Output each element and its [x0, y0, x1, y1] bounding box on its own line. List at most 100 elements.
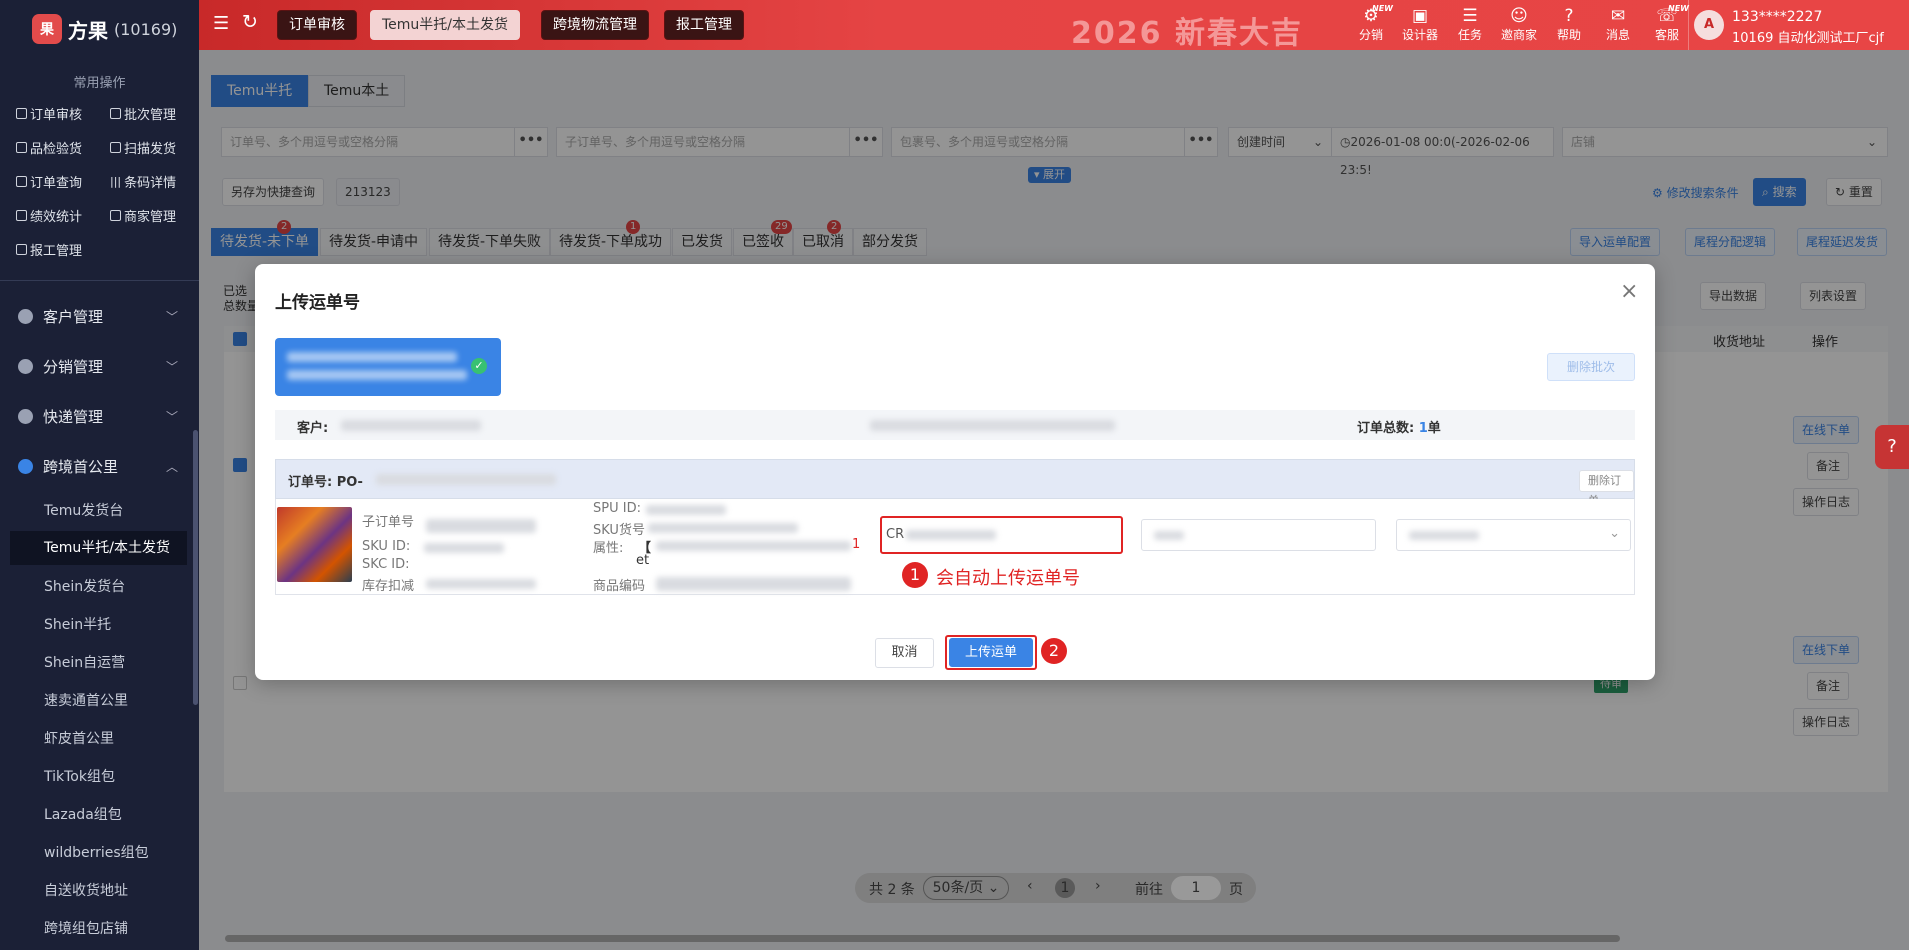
sidebar-group-crossborder[interactable]: 跨境首公里 ︿	[18, 456, 178, 477]
tab-temu-semi[interactable]: Temu半托/本土发货	[370, 10, 521, 40]
logistics-input[interactable]	[1141, 519, 1376, 551]
header-designer[interactable]: ▣ 设计器	[1398, 6, 1442, 43]
batch-card[interactable]: ✓	[275, 338, 501, 396]
sidebar-item-shein-self[interactable]: Shein自运营	[44, 652, 125, 672]
page-unit: 页	[1229, 882, 1243, 898]
customer-label: 客户:	[297, 421, 329, 436]
stock-label: 库存扣减	[362, 579, 415, 594]
cancel-button[interactable]: 取消	[875, 638, 934, 668]
attribute-suffix: et	[636, 553, 650, 568]
sidebar-item-self-address[interactable]: 自送收货地址	[44, 880, 128, 900]
globe-icon	[18, 459, 33, 474]
refresh-icon[interactable]: ↻	[242, 11, 258, 33]
barcode-icon: |||	[110, 175, 122, 188]
sidebar-item-shein-ship[interactable]: Shein发货台	[44, 576, 125, 596]
chart-icon	[16, 210, 27, 221]
horizontal-scrollbar[interactable]	[225, 935, 1620, 942]
scan-icon	[110, 142, 121, 153]
header-messages[interactable]: ✉ 消息	[1596, 6, 1640, 43]
quick-ops-title: 常用操作	[73, 76, 126, 91]
prev-page-icon[interactable]: ‹	[1027, 878, 1033, 894]
sidebar: 果 方果 (10169) 常用操作 订单审核 批次管理 品检验货 扫描发货 订单…	[0, 0, 199, 950]
product-thumbnail[interactable]	[277, 507, 352, 582]
order-no-redacted	[376, 474, 556, 485]
header-invite[interactable]: ☺ 邀商家	[1497, 6, 1541, 43]
chevron-down-icon: ﹀	[165, 310, 178, 324]
waybill-input[interactable]: CR	[886, 521, 1116, 549]
spu-id-redacted	[646, 505, 726, 515]
page-size-select[interactable]: 50条/页 ⌄	[923, 876, 1009, 900]
upload-waybill-button[interactable]: 上传运单	[949, 638, 1033, 667]
quick-op-order-query[interactable]: 订单查询	[16, 172, 82, 191]
quick-op-report[interactable]: 报工管理	[16, 240, 82, 259]
truck-icon	[18, 409, 33, 424]
quick-op-scan-ship[interactable]: 扫描发货	[110, 138, 176, 157]
attribute-redacted	[656, 541, 851, 551]
app-count: (10169)	[114, 19, 178, 39]
header-service[interactable]: ☏ 客服 NEW	[1645, 4, 1689, 43]
festive-banner: 2026 新春大吉	[1071, 16, 1303, 51]
sidebar-item-crossborder-shop[interactable]: 跨境组包店铺	[44, 918, 128, 938]
goto-label: 前往	[1135, 882, 1163, 898]
next-page-icon[interactable]: ›	[1095, 878, 1101, 894]
sidebar-group-express[interactable]: 快递管理 ﹀	[18, 406, 178, 427]
sidebar-item-shein-semi[interactable]: Shein半托	[44, 614, 111, 634]
batch-name-redacted	[287, 352, 457, 362]
sidebar-item-tiktok[interactable]: TikTok组包	[44, 766, 115, 786]
sidebar-group-customer[interactable]: 客户管理 ﹀	[18, 306, 178, 327]
menu-collapse-icon[interactable]: ☰	[213, 13, 229, 34]
sub-order-redacted	[426, 519, 536, 533]
sidebar-item-temu-semi[interactable]: Temu半托/本土发货	[10, 531, 187, 565]
chevron-down-icon: ﹀	[165, 410, 178, 424]
sidebar-item-aliexpress[interactable]: 速卖通首公里	[44, 690, 128, 710]
sidebar-item-temu-ship[interactable]: Temu发货台	[44, 500, 123, 520]
help-float-icon[interactable]: ?	[1875, 425, 1909, 469]
quick-op-order-review[interactable]: 订单审核	[16, 104, 82, 123]
annotation-1-badge: 1	[902, 562, 928, 588]
close-icon[interactable]: ×	[1620, 279, 1638, 304]
tasks-icon: ☰	[1462, 6, 1478, 26]
sku-id-redacted	[424, 543, 504, 553]
sidebar-item-wildberries[interactable]: wildberries组包	[44, 842, 149, 862]
header-distribution[interactable]: ⚙ 分销 NEW	[1349, 4, 1393, 43]
goods-code-label: 商品编码	[593, 579, 646, 594]
new-badge: NEW	[1372, 4, 1393, 13]
tab-crossborder-logistics[interactable]: 跨境物流管理	[541, 10, 649, 40]
channel-select[interactable]: ⌄	[1396, 519, 1631, 551]
upload-waybill-modal: 上传运单号 × ✓ 删除批次 客户: 订单总数: 1单 订单号: PO- 删除订…	[255, 264, 1655, 680]
header-help[interactable]: ? 帮助	[1547, 6, 1591, 43]
designer-icon: ▣	[1411, 6, 1429, 26]
delete-batch-button[interactable]: 删除批次	[1547, 353, 1635, 381]
quick-op-barcode[interactable]: ||| 条码详情	[110, 172, 176, 191]
header-tasks[interactable]: ☰ 任务	[1448, 6, 1492, 43]
customer-detail-redacted	[870, 420, 1115, 431]
waybill-redacted	[906, 529, 997, 540]
quick-op-batch[interactable]: 批次管理	[110, 104, 176, 123]
sku-code-redacted	[648, 523, 798, 533]
order-total: 订单总数: 1单	[1357, 421, 1441, 436]
sidebar-group-distribution[interactable]: 分销管理 ﹀	[18, 356, 178, 377]
doc-icon	[16, 142, 27, 153]
quick-op-merchant[interactable]: 商家管理	[110, 206, 176, 225]
goto-input[interactable]: 1	[1171, 876, 1221, 900]
sidebar-item-lazada[interactable]: Lazada组包	[44, 804, 122, 824]
sidebar-scrollbar[interactable]	[193, 430, 198, 705]
delete-order-button[interactable]: 删除订单	[1579, 470, 1634, 507]
order-no-label: 订单号: PO-	[288, 475, 363, 490]
box-icon	[18, 359, 33, 374]
batch-info-redacted	[287, 370, 467, 380]
app-logo[interactable]: 果 方果 (10169)	[32, 14, 177, 44]
chevron-down-icon: ﹀	[165, 360, 178, 374]
quick-op-performance[interactable]: 绩效统计	[16, 206, 82, 225]
modal-title: 上传运单号	[275, 293, 360, 313]
quick-op-inspect[interactable]: 品检验货	[16, 138, 82, 157]
sidebar-item-shopee[interactable]: 虾皮首公里	[44, 728, 114, 748]
spu-id-label: SPU ID:	[593, 501, 641, 516]
avatar[interactable]: A	[1694, 10, 1724, 40]
tab-report[interactable]: 报工管理	[664, 10, 744, 40]
user-phone: 133****2227	[1732, 9, 1823, 25]
tab-order-review[interactable]: 订单审核	[277, 10, 357, 40]
current-page[interactable]: 1	[1055, 878, 1075, 898]
pager-total: 共 2 条	[869, 882, 915, 898]
chevron-down-icon: ⌄	[987, 880, 1000, 896]
